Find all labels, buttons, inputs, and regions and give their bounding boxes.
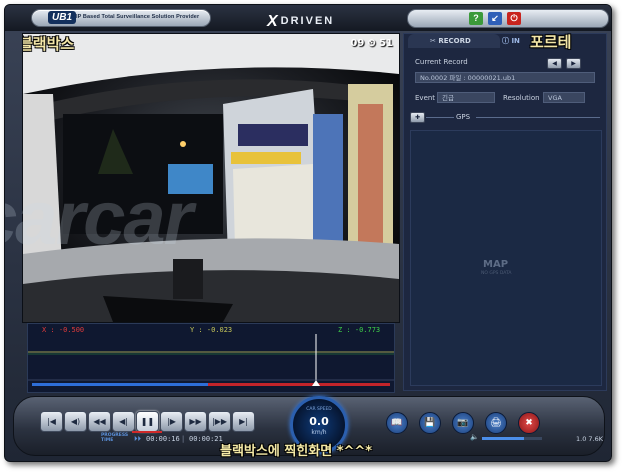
video-timestamp: 09 ⏲ 51 (350, 38, 393, 49)
pause-button[interactable]: ❚❚ (136, 411, 159, 432)
volume-slider[interactable] (482, 437, 542, 440)
save-icon: 💾 (424, 418, 436, 428)
current-record-label: Current Record (415, 58, 468, 66)
product-logo: XDRIVEN (267, 13, 335, 30)
volume-icon: 🔈 (470, 433, 479, 441)
rewind-icon: ◀◀ (93, 417, 106, 426)
total-time: 00:00:21 (189, 435, 223, 443)
record-file-field: No.0002 파일 : 00000021.ub1 (415, 72, 595, 83)
save-button[interactable]: 💾 (419, 412, 441, 434)
prev-record-button[interactable]: ◀ (547, 58, 562, 69)
step-forward-icon: |▶ (167, 417, 176, 426)
tab-record[interactable]: ✂ RECORD (408, 34, 500, 48)
brand-logo: UB1 (48, 11, 77, 24)
first-frame-button[interactable]: |◀ (40, 411, 63, 432)
app-window: UB1 IP Based Total Surveillance Solution… (4, 4, 612, 462)
arrow-left-icon: ◀ (552, 60, 557, 67)
video-overlay-label: 블랙박스 (22, 35, 75, 53)
power-button[interactable]: ⏻ (507, 12, 521, 25)
timeline-remaining (208, 383, 390, 386)
step-back-button[interactable]: ◀| (112, 411, 135, 432)
speed-value: 0.0 (309, 415, 329, 428)
info-icon: ⓘ (502, 37, 509, 45)
rewind-button[interactable]: ◀◀ (88, 411, 111, 432)
open-file-button[interactable]: 📖 (386, 412, 408, 434)
next-segment-button[interactable]: |▶▶ (208, 411, 231, 432)
time-separator: | (181, 435, 186, 443)
timeline-played (32, 383, 208, 386)
pause-icon: ❚❚ (140, 417, 155, 426)
gps-label: GPS (456, 113, 471, 121)
gps-expand-button[interactable]: ✚ (410, 112, 425, 123)
tab-info[interactable]: ⓘ IN (502, 34, 530, 48)
progress-indicator (132, 431, 162, 433)
video-player[interactable]: 블랙박스 09 ⏲ 51 (22, 33, 400, 323)
skip-end-icon: ▶| (239, 417, 248, 426)
panel-tabs: ✂ RECORD ⓘ IN 포르테 (404, 33, 606, 51)
event-label: Event (415, 94, 436, 102)
map-label: MAP (483, 259, 509, 270)
speed-unit: km/h (311, 429, 327, 436)
arrow-right-icon: ▶ (571, 60, 576, 67)
title-bar: UB1 IP Based Total Surveillance Solution… (5, 5, 611, 31)
print-icon: 🖨 (490, 418, 502, 428)
gps-map[interactable]: MAP NO GPS DATA (410, 130, 602, 386)
gps-divider (476, 117, 600, 118)
screenshot-caption: 블랙박스에 찍힌화면 *^^* (220, 444, 373, 459)
step-back-icon: ◀| (119, 417, 128, 426)
speaker-icon: ◀) (70, 417, 81, 426)
window-controls: ? ↙ ⏻ (407, 9, 609, 28)
resolution-label: Resolution (503, 94, 540, 102)
g-sensor-graph[interactable]: X : -0.500 Y : -0.023 Z : -0.773 (27, 323, 395, 393)
settings-button[interactable]: ✖ (518, 412, 540, 434)
print-button[interactable]: 🖨 (485, 412, 507, 434)
next-record-button[interactable]: ▶ (566, 58, 581, 69)
next-segment-icon: |▶▶ (212, 417, 227, 426)
brand-tagline: IP Based Total Surveillance Solution Pro… (76, 14, 200, 20)
volume-fill (482, 437, 524, 440)
progress-time-label: PROGRESS TIME (101, 433, 129, 443)
dashcam-frame (23, 34, 399, 322)
skip-start-icon: |◀ (47, 417, 56, 426)
gps-divider (426, 117, 454, 118)
camera-icon: 📷 (457, 418, 469, 428)
minimize-button[interactable]: ↙ (488, 12, 502, 25)
record-icon: ✂ (430, 37, 436, 45)
file-size: 1.0 7.6K (576, 435, 604, 443)
plus-icon: ✚ (414, 114, 421, 121)
resolution-value: VGA (543, 92, 585, 103)
speed-label: CAR SPEED (306, 407, 332, 412)
fast-forward-button[interactable]: ▶▶ (184, 411, 207, 432)
graph-plot (28, 334, 394, 386)
sound-button[interactable]: ◀) (64, 411, 87, 432)
help-button[interactable]: ? (469, 12, 483, 25)
snapshot-button[interactable]: 📷 (452, 412, 474, 434)
brand-banner: UB1 IP Based Total Surveillance Solution… (31, 9, 211, 27)
info-panel: ✂ RECORD ⓘ IN 포르테 Current Record ◀ ▶ No.… (403, 33, 607, 391)
panel-overlay-label: 포르테 (530, 33, 572, 51)
tools-icon: ✖ (525, 418, 533, 428)
map-status: NO GPS DATA (481, 271, 512, 276)
current-time: 00:00:16 (146, 435, 180, 443)
fast-forward-icon: ▶▶ (189, 417, 202, 426)
step-forward-button[interactable]: |▶ (160, 411, 183, 432)
event-value: 긴급 (437, 92, 495, 103)
last-frame-button[interactable]: ▶| (232, 411, 255, 432)
time-arrows-icon: ⏵⏵ (134, 435, 141, 443)
book-icon: 📖 (391, 418, 403, 428)
